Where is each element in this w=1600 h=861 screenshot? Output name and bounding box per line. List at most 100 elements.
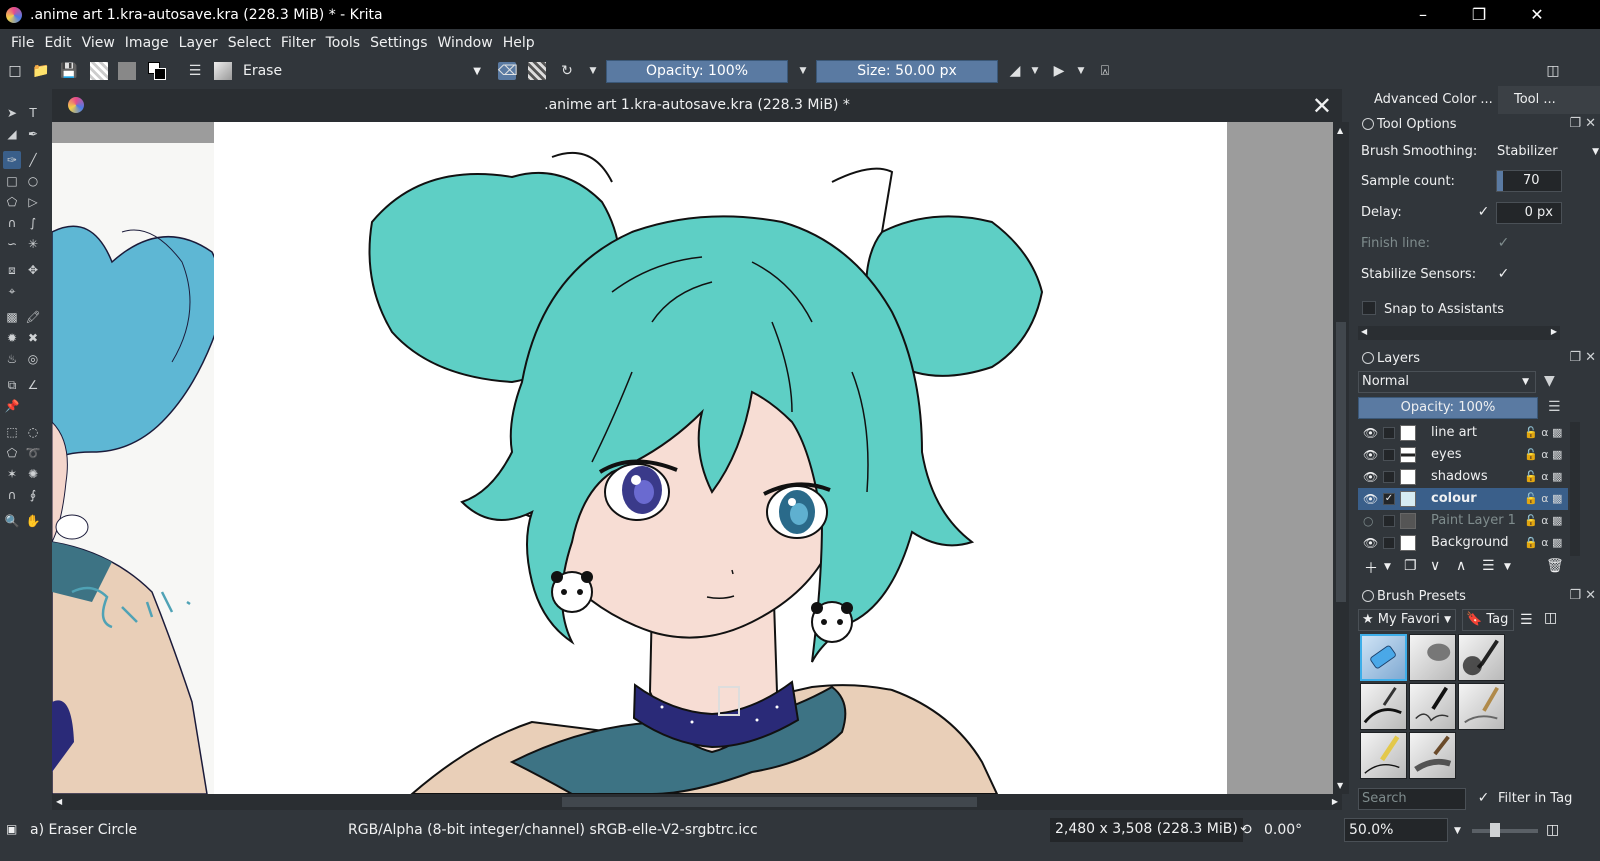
- select-shapes-icon[interactable]: ➤: [3, 104, 21, 122]
- text-tool-icon[interactable]: T: [24, 104, 42, 122]
- dynamic-brush-icon[interactable]: ∽: [3, 235, 21, 253]
- mirror-horizontal-icon[interactable]: ◢: [1006, 62, 1024, 80]
- elliptical-selection-icon[interactable]: ◌: [24, 423, 42, 441]
- preserve-alpha-icon[interactable]: [528, 62, 546, 80]
- smart-patch-icon[interactable]: ✖: [24, 329, 42, 347]
- lock-alpha-inherit-icon[interactable]: 🔒 α ▩: [1524, 532, 1562, 554]
- delete-layer-icon[interactable]: 🗑: [1546, 558, 1564, 574]
- sketch-pencil-preset[interactable]: [1458, 683, 1505, 730]
- size-slider[interactable]: Size: 50.00 px: [816, 60, 998, 83]
- move-tool-icon[interactable]: ✥: [24, 261, 42, 279]
- menu-window[interactable]: Window: [433, 35, 498, 51]
- scroll-left-icon[interactable]: ◀: [56, 797, 62, 806]
- foreground-background-color-icon[interactable]: [148, 62, 166, 80]
- brush-search-input[interactable]: Search: [1358, 788, 1466, 810]
- layer-checkbox[interactable]: [1383, 427, 1395, 439]
- tool-options-hscroll[interactable]: ◀ ▶: [1358, 326, 1560, 340]
- transform-tool-icon[interactable]: ⧈: [3, 261, 21, 279]
- brush-preset-icon[interactable]: [214, 62, 232, 80]
- menu-select[interactable]: Select: [223, 35, 276, 51]
- layer-checkbox[interactable]: [1383, 515, 1395, 527]
- rotation-status[interactable]: 0.00°: [1264, 822, 1302, 838]
- polyline-tool-icon[interactable]: ▷: [24, 193, 42, 211]
- freehand-selection-icon[interactable]: ➰: [24, 444, 42, 462]
- menu-help[interactable]: Help: [498, 35, 540, 51]
- filter-icon[interactable]: ▼: [1544, 373, 1555, 389]
- layer-properties-icon[interactable]: ☰: [1482, 558, 1495, 574]
- color-space-status[interactable]: RGB/Alpha (8-bit integer/channel) sRGB-e…: [348, 822, 758, 838]
- horizontal-scroll-thumb[interactable]: [562, 797, 977, 807]
- choose-workspace-icon[interactable]: ◫: [1544, 62, 1562, 80]
- tab-tool-options[interactable]: Tool ...: [1498, 86, 1600, 114]
- minimize-icon[interactable]: –: [1400, 0, 1446, 29]
- layer-checkbox[interactable]: [1383, 537, 1395, 549]
- scroll-up-icon[interactable]: ▲: [1337, 126, 1343, 135]
- eye-icon[interactable]: 👁: [1363, 466, 1378, 488]
- zoom-input[interactable]: 50.0%: [1344, 818, 1448, 842]
- chevron-down-icon[interactable]: ▼: [1454, 826, 1461, 836]
- close-icon[interactable]: ✕: [1312, 92, 1332, 120]
- edit-shapes-icon[interactable]: ◢: [3, 125, 21, 143]
- scroll-right-icon[interactable]: ▶: [1551, 327, 1557, 336]
- add-layer-icon[interactable]: ＋: [1364, 558, 1378, 578]
- layer-opacity-slider[interactable]: Opacity: 100%: [1358, 397, 1538, 419]
- line-tool-icon[interactable]: ╱: [24, 151, 42, 169]
- pan-tool-icon[interactable]: ✋: [24, 512, 42, 530]
- enclose-fill-icon[interactable]: ◎: [24, 350, 42, 368]
- float-close-icon[interactable]: ❐ ✕: [1569, 588, 1596, 603]
- ink-pen-preset[interactable]: [1458, 634, 1505, 681]
- zoom-tool-icon[interactable]: 🔍: [3, 512, 21, 530]
- tab-advanced-color[interactable]: Advanced Color ...: [1358, 86, 1496, 114]
- layer-menu-icon[interactable]: ☰: [1548, 399, 1561, 415]
- chevron-down-icon[interactable]: ▼: [584, 62, 602, 80]
- canvas-only-icon[interactable]: ◫: [1546, 822, 1559, 838]
- airbrush-preset[interactable]: [1409, 634, 1456, 681]
- menu-file[interactable]: File: [6, 35, 39, 51]
- horizontal-scrollbar[interactable]: ◀ ▶: [52, 794, 1342, 810]
- marker-preset[interactable]: [1360, 683, 1407, 730]
- filter-in-tag-checkbox[interactable]: ✓: [1476, 791, 1491, 806]
- layer-checkbox[interactable]: [1383, 449, 1395, 461]
- polygon-tool-icon[interactable]: ⬠: [3, 193, 21, 211]
- canvas[interactable]: [52, 122, 1342, 794]
- scroll-down-icon[interactable]: ▼: [1337, 781, 1343, 790]
- save-document-icon[interactable]: 💾: [60, 62, 78, 80]
- gradient-tool-icon[interactable]: ▩: [3, 308, 21, 326]
- scroll-left-icon[interactable]: ◀: [1361, 327, 1367, 336]
- image-dimensions-status[interactable]: 2,480 x 3,508 (228.3 MiB): [1050, 818, 1243, 842]
- blend-mode-select[interactable]: Erase ▼: [236, 60, 490, 83]
- chevron-down-icon[interactable]: ▼: [1504, 562, 1511, 572]
- eye-icon[interactable]: 👁: [1363, 488, 1378, 510]
- layer-row[interactable]: 👁 shadows 🔓 α ▩: [1358, 466, 1568, 488]
- brush-tag-select[interactable]: ★ My Favori ▼: [1358, 609, 1456, 631]
- tag-button[interactable]: 🔖 Tag: [1462, 609, 1514, 631]
- layer-checkbox[interactable]: ✓: [1383, 493, 1395, 505]
- color-sampler-icon[interactable]: 🖍: [24, 308, 42, 326]
- polygonal-selection-icon[interactable]: ⬠: [3, 444, 21, 462]
- multibrush-icon[interactable]: ✳: [24, 235, 42, 253]
- lock-alpha-inherit-icon[interactable]: 🔓 α ▩: [1524, 510, 1562, 532]
- reference-image-icon[interactable]: 📌: [3, 397, 21, 415]
- zoom-slider-handle[interactable]: [1490, 823, 1500, 837]
- layer-list-scrollbar[interactable]: [1570, 422, 1580, 556]
- layer-row[interactable]: ○ Paint Layer 1 🔓 α ▩: [1358, 510, 1568, 532]
- magnetic-selection-icon[interactable]: ∮: [24, 486, 42, 504]
- view-menu-icon[interactable]: ☰: [1520, 612, 1533, 628]
- lock-alpha-inherit-icon[interactable]: 🔓 α ▩: [1524, 422, 1562, 444]
- mirror-vertical-icon[interactable]: ▶: [1050, 62, 1068, 80]
- reload-preset-icon[interactable]: ↻: [558, 62, 576, 80]
- preset-options-icon[interactable]: ◫: [1544, 610, 1557, 626]
- lock-alpha-inherit-icon[interactable]: 🔓 α ▩: [1524, 466, 1562, 488]
- contiguous-selection-icon[interactable]: ✶: [3, 465, 21, 483]
- duplicate-layer-icon[interactable]: ❐: [1404, 558, 1417, 574]
- zoom-slider[interactable]: [1472, 829, 1538, 833]
- colorize-mask-icon[interactable]: ✹: [3, 329, 21, 347]
- fill-tool-icon[interactable]: ♨: [3, 350, 21, 368]
- document-tab[interactable]: .anime art 1.kra-autosave.kra (228.3 MiB…: [52, 89, 1342, 122]
- eye-icon[interactable]: 👁: [1363, 444, 1378, 466]
- new-document-icon[interactable]: □: [6, 62, 24, 80]
- eye-icon[interactable]: 👁: [1363, 532, 1378, 554]
- freehand-path-icon[interactable]: ∫: [24, 214, 42, 232]
- menu-image[interactable]: Image: [120, 35, 174, 51]
- measure-tool-icon[interactable]: ∠: [24, 376, 42, 394]
